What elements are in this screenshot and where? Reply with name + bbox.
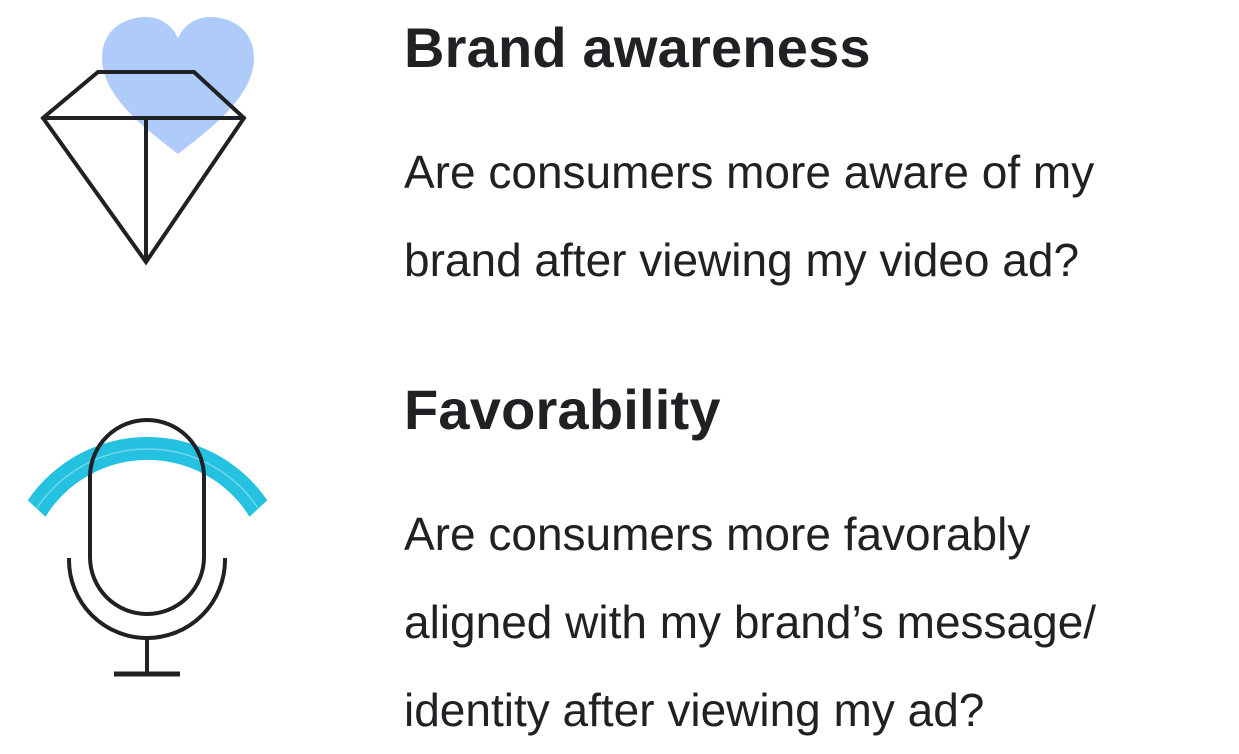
description-line: Are consumers more aware of my bbox=[404, 146, 1095, 198]
section-title-brand-awareness: Brand awareness bbox=[404, 16, 871, 79]
section-description-favorability: Are consumers more favorably aligned wit… bbox=[404, 490, 1096, 754]
description-line: brand after viewing my video ad? bbox=[404, 234, 1080, 286]
description-line: aligned with my brand’s message/ bbox=[404, 596, 1097, 648]
description-line: Are consumers more favorably bbox=[404, 508, 1031, 560]
description-line: identity after viewing my ad? bbox=[404, 684, 985, 736]
microphone-with-arc-icon bbox=[20, 412, 280, 692]
section-description-brand-awareness: Are consumers more aware of my brand aft… bbox=[404, 128, 1094, 304]
diamond-with-heart-icon bbox=[30, 10, 260, 280]
section-title-favorability: Favorability bbox=[404, 378, 721, 441]
